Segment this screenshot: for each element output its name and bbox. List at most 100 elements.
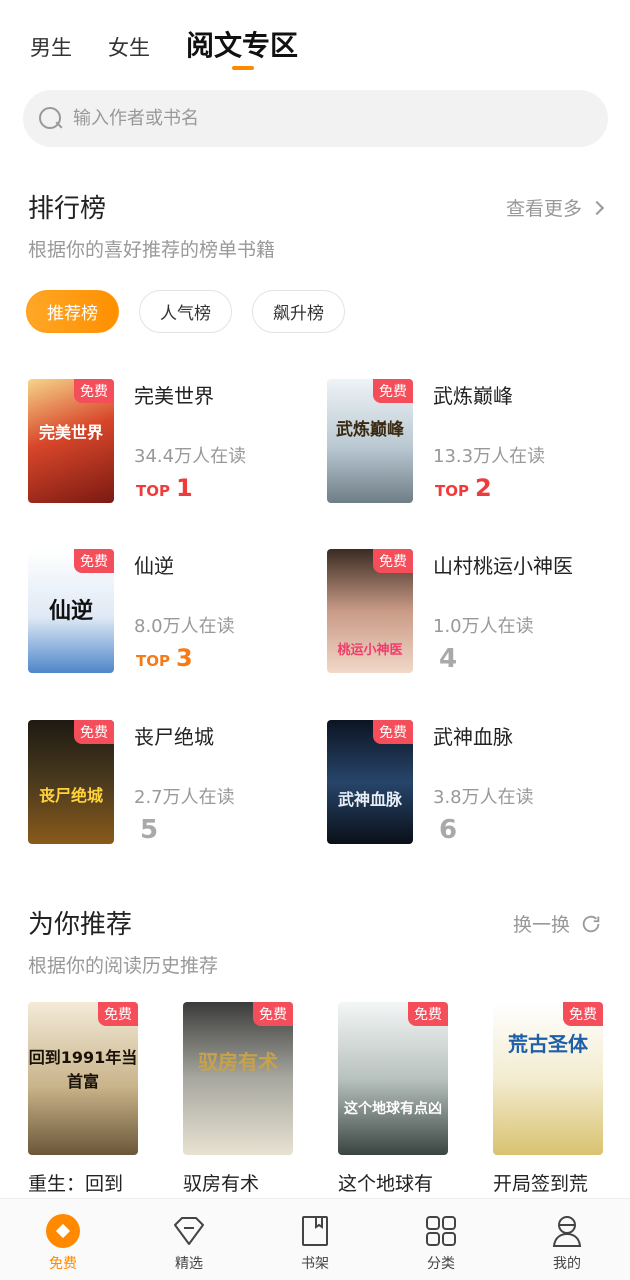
book-cover: 仙逆 免费 (28, 549, 114, 673)
rank-number: 1 (175, 474, 193, 502)
refresh-button[interactable]: 换一换 (513, 910, 602, 937)
nav-bookshelf[interactable]: 书架 (270, 1213, 360, 1273)
rank-badge: 6 (435, 815, 457, 845)
ranking-filters: 推荐榜 人气榜 飙升榜 (26, 290, 365, 333)
recommend-item-3[interactable]: 这个地球有点凶 免费 这个地球有 (338, 1002, 448, 1196)
book-title: 完美世界 (134, 384, 214, 408)
book-title: 开局签到荒 (493, 1173, 589, 1195)
nav-featured[interactable]: 精选 (144, 1213, 234, 1273)
ranking-title: 排行榜 (28, 194, 107, 224)
cover-art-text: 驭房有术 (198, 1050, 278, 1074)
book-title: 武神血脉 (433, 725, 513, 749)
rank-badge: TOP 1 (136, 474, 193, 502)
rank-item-5[interactable]: 丧尸绝城 免费 丧尸绝城 2.7万人在读 5 (28, 720, 318, 845)
rank-badge: TOP 3 (136, 644, 193, 672)
search-bar[interactable] (23, 90, 608, 147)
ranking-more-link[interactable]: 查看更多 (505, 194, 605, 221)
free-tag: 免费 (563, 1002, 603, 1026)
top-label: TOP (136, 652, 170, 670)
free-tag: 免费 (373, 549, 413, 573)
book-cover: 回到1991年当首富 免费 (28, 1002, 138, 1155)
book-title: 仙逆 (134, 554, 174, 578)
book-cover: 完美世界 免费 (28, 379, 114, 503)
user-icon (552, 1216, 582, 1247)
book-title: 这个地球有 (338, 1173, 434, 1195)
recommend-item-2[interactable]: 驭房有术 免费 驭房有术 (183, 1002, 293, 1196)
cover-art-text: 仙逆 (48, 599, 93, 624)
rank-badge: 4 (435, 644, 457, 674)
cover-art-text: 武神血脉 (337, 790, 402, 809)
cover-art-text: 丧尸绝城 (38, 786, 103, 805)
recommend-subtitle: 根据你的阅读历史推荐 (28, 955, 219, 977)
filter-recommend[interactable]: 推荐榜 (26, 290, 119, 333)
nav-category[interactable]: 分类 (396, 1213, 486, 1273)
rank-item-4[interactable]: 桃运小神医 免费 山村桃运小神医 1.0万人在读 4 (327, 549, 617, 674)
free-icon (46, 1214, 80, 1248)
rank-number: 3 (175, 644, 193, 672)
nav-label: 我的 (553, 1256, 581, 1272)
rank-number: 4 (439, 644, 458, 674)
rank-badge: TOP 2 (435, 474, 492, 502)
book-cover: 桃运小神医 免费 (327, 549, 413, 673)
rank-item-2[interactable]: 武炼巅峰 免费 武炼巅峰 13.3万人在读 TOP 2 (327, 379, 617, 504)
cover-art-text: 武炼巅峰 (336, 420, 404, 440)
book-cover: 武炼巅峰 免费 (327, 379, 413, 503)
recommend-item-1[interactable]: 回到1991年当首富 免费 重生：回到 (28, 1002, 138, 1196)
refresh-label: 换一换 (512, 914, 570, 936)
cover-art-text: 桃运小神医 (337, 643, 403, 658)
free-tag: 免费 (98, 1002, 138, 1026)
tab-male[interactable]: 男生 (30, 32, 72, 62)
book-title: 驭房有术 (183, 1173, 260, 1195)
tab-yuewen[interactable]: 阅文专区 (186, 24, 298, 70)
more-label: 查看更多 (505, 198, 582, 220)
book-title: 重生：回到 (28, 1173, 124, 1195)
rank-number: 2 (474, 474, 492, 502)
book-title: 丧尸绝城 (134, 725, 214, 749)
top-label: TOP (435, 482, 469, 500)
refresh-icon (582, 915, 600, 932)
search-icon (39, 106, 63, 131)
search-input[interactable] (73, 108, 553, 129)
nav-label: 分类 (427, 1256, 455, 1272)
cover-art-text: 荒古圣体 (508, 1032, 588, 1056)
diamond-icon (174, 1217, 204, 1245)
rank-item-6[interactable]: 武神血脉 免费 武神血脉 3.8万人在读 6 (327, 720, 617, 845)
chevron-right-icon (589, 200, 605, 215)
recommend-title: 为你推荐 (28, 910, 133, 940)
nav-label: 书架 (301, 1256, 329, 1272)
top-tab-bar: 男生 女生 阅文专区 (30, 24, 298, 70)
reader-count: 8.0万人在读 (134, 616, 235, 637)
reader-count: 34.4万人在读 (134, 446, 247, 467)
reader-count: 2.7万人在读 (134, 787, 235, 808)
bottom-nav: 免费 精选 书架 分类 我的 (0, 1198, 630, 1280)
nav-free[interactable]: 免费 (18, 1213, 108, 1273)
free-tag: 免费 (373, 379, 413, 403)
cover-art-text: 回到1991年当首富 (28, 1048, 138, 1091)
rank-badge: 5 (136, 815, 158, 845)
book-title: 山村桃运小神医 (433, 554, 573, 578)
top-label: TOP (136, 482, 170, 500)
tab-female[interactable]: 女生 (108, 32, 150, 62)
free-tag: 免费 (253, 1002, 293, 1026)
rank-number: 6 (439, 815, 458, 845)
book-cover: 荒古圣体 免费 (493, 1002, 603, 1155)
book-cover: 武神血脉 免费 (327, 720, 413, 844)
rank-item-3[interactable]: 仙逆 免费 仙逆 8.0万人在读 TOP 3 (28, 549, 318, 674)
free-tag: 免费 (408, 1002, 448, 1026)
nav-profile[interactable]: 我的 (522, 1213, 612, 1273)
free-tag: 免费 (74, 549, 114, 573)
recommend-item-4[interactable]: 荒古圣体 免费 开局签到荒 (493, 1002, 603, 1196)
reader-count: 1.0万人在读 (433, 616, 534, 637)
nav-label: 精选 (175, 1256, 203, 1272)
free-tag: 免费 (373, 720, 413, 744)
filter-rising[interactable]: 飙升榜 (252, 290, 345, 333)
rank-number: 5 (140, 815, 159, 845)
nav-label: 免费 (49, 1256, 77, 1272)
cover-art-text: 这个地球有点凶 (344, 1101, 442, 1117)
cover-art-text: 完美世界 (38, 423, 103, 442)
filter-popular[interactable]: 人气榜 (139, 290, 232, 333)
rank-item-1[interactable]: 完美世界 免费 完美世界 34.4万人在读 TOP 1 (28, 379, 318, 504)
book-cover: 驭房有术 免费 (183, 1002, 293, 1155)
reader-count: 13.3万人在读 (433, 446, 546, 467)
book-title: 武炼巅峰 (433, 384, 513, 408)
